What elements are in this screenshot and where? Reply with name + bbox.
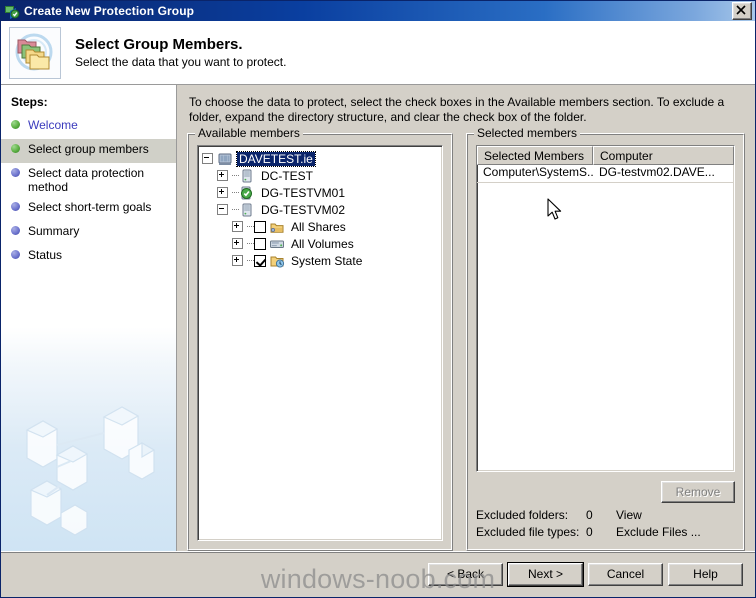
create-protection-group-dialog: Create New Protection Group Select Group… (0, 0, 756, 598)
protection-group-icon (4, 3, 20, 19)
checkbox-system-state[interactable] (254, 254, 266, 267)
help-button[interactable]: Help (668, 563, 743, 586)
excluded-folders-label: Excluded folders: (476, 508, 569, 522)
title-bar[interactable]: Create New Protection Group (1, 1, 755, 21)
step-bullet-icon (11, 202, 20, 211)
page-subtitle: Select the data that you want to protect… (75, 55, 287, 69)
tree-node-dc-test[interactable]: DC-TEST (202, 167, 440, 184)
sidebar-item-welcome[interactable]: Welcome (1, 115, 176, 139)
tree-node-label: DG-TESTVM02 (261, 202, 346, 217)
member-panes: Available members DAVETEST.ie DC-TEST DG… (187, 127, 745, 551)
cancel-button[interactable]: Cancel (588, 563, 663, 586)
tree-node-davetest[interactable]: DAVETEST.ie (202, 150, 440, 167)
tree-node-dg-testvm01[interactable]: DG-TESTVM01 (202, 184, 440, 201)
excluded-filetypes-row: Excluded file types: 0 Exclude Files ... (476, 524, 735, 541)
column-header-selected-members[interactable]: Selected Members (477, 146, 593, 165)
checkbox-all-volumes[interactable] (254, 237, 266, 250)
table-row[interactable]: Computer\SystemS... DG-testvm02.DAVE... (477, 165, 734, 182)
step-bullet-icon (11, 144, 20, 153)
tree-node-label: All Volumes (291, 236, 354, 251)
tree-node-label: All Shares (291, 219, 346, 234)
back-button[interactable]: < Back (428, 563, 503, 586)
excluded-folders-row: Excluded folders: 0 View (476, 507, 735, 524)
system-state-icon (269, 253, 285, 269)
view-excluded-folders-link[interactable]: View (616, 507, 735, 524)
remove-button-row: Remove (476, 472, 735, 507)
next-button[interactable]: Next > (507, 562, 584, 587)
sidebar-item-summary[interactable]: Summary (1, 221, 176, 245)
volumes-icon (269, 236, 285, 252)
available-members-tree[interactable]: DAVETEST.ie DC-TEST DG-TESTVM01 DG-TESTV… (197, 145, 443, 541)
tree-node-label: DAVETEST.ie (236, 150, 316, 167)
tree-line (247, 243, 254, 244)
server-protected-icon (239, 185, 255, 201)
sidebar-item-label: Select short-term goals (28, 200, 152, 214)
tree-node-label: DC-TEST (261, 168, 313, 183)
steps-heading: Steps: (1, 85, 176, 115)
checkbox-all-shares[interactable] (254, 220, 266, 233)
step-bullet-icon (11, 120, 20, 129)
tree-line (232, 192, 239, 193)
remove-button[interactable]: Remove (661, 481, 735, 503)
server-icon (239, 168, 255, 184)
tree-line (247, 260, 254, 261)
instructions-text: To choose the data to protect, select th… (189, 95, 725, 124)
cell-selected-member: Computer\SystemS... (483, 165, 593, 179)
expand-icon[interactable] (217, 187, 228, 198)
sidebar-item-select-data-protection-method[interactable]: Select data protection method (1, 163, 176, 197)
sidebar-item-select-short-term-goals[interactable]: Select short-term goals (1, 197, 176, 221)
sidebar-item-label: Status (28, 248, 63, 262)
tree-line (232, 209, 239, 210)
excluded-filetypes-count: 0 (586, 525, 593, 539)
domain-icon (217, 151, 233, 167)
row-divider (477, 182, 734, 183)
dialog-footer: < Back Next > Cancel Help (1, 551, 755, 597)
selected-members-legend: Selected members (474, 127, 581, 139)
page-title: Select Group Members. (75, 36, 243, 53)
tree-line (232, 175, 239, 176)
selected-members-header: Selected Members Computer (477, 146, 734, 165)
shares-icon (269, 219, 285, 235)
step-bullet-icon (11, 168, 20, 177)
wizard-header: Select Group Members. Select the data th… (1, 21, 755, 85)
step-bullet-icon (11, 226, 20, 235)
excluded-filetypes-label: Excluded file types: (476, 525, 580, 539)
window-title: Create New Protection Group (24, 4, 195, 18)
collapse-icon[interactable] (217, 204, 228, 215)
expand-icon[interactable] (232, 238, 243, 249)
tree-node-system-state[interactable]: System State (202, 252, 440, 269)
sidebar-item-select-group-members[interactable]: Select group members (1, 139, 176, 163)
tree-node-dg-testvm02[interactable]: DG-TESTVM02 (202, 201, 440, 218)
tree-node-all-shares[interactable]: All Shares (202, 218, 440, 235)
collapse-icon[interactable] (202, 153, 213, 164)
sidebar-item-label: Select data protection method (28, 166, 145, 194)
sidebar-item-status[interactable]: Status (1, 245, 176, 269)
excluded-folders-count: 0 (586, 508, 593, 522)
exclude-files-link[interactable]: Exclude Files ... (616, 524, 735, 541)
tree-node-label: System State (291, 253, 363, 268)
cell-computer: DG-testvm02.DAVE... (599, 165, 715, 179)
selected-members-list[interactable]: Selected Members Computer Computer\Syste… (476, 145, 735, 472)
selected-members-group: Selected members Selected Members Comput… (466, 127, 745, 551)
steps-sidebar: Steps: Welcome Select group members Sele… (1, 85, 177, 551)
expand-icon[interactable] (232, 221, 243, 232)
expand-icon[interactable] (217, 170, 228, 181)
tree-line (247, 226, 254, 227)
step-bullet-icon (11, 250, 20, 259)
expand-icon[interactable] (232, 255, 243, 266)
main-content: To choose the data to protect, select th… (177, 85, 755, 551)
available-members-group: Available members DAVETEST.ie DC-TEST DG… (187, 127, 453, 551)
sidebar-item-label: Summary (28, 224, 80, 238)
server-icon (239, 202, 255, 218)
available-members-legend: Available members (195, 127, 303, 139)
tree-node-label: DG-TESTVM01 (261, 185, 346, 200)
servers-network-illustration (25, 406, 156, 536)
dialog-body: Steps: Welcome Select group members Sele… (1, 85, 755, 551)
folders-stack-icon (9, 26, 61, 79)
column-header-computer[interactable]: Computer (593, 146, 734, 165)
sidebar-item-label: Select group members (28, 142, 149, 156)
tree-node-all-volumes[interactable]: All Volumes (202, 235, 440, 252)
sidebar-item-label: Welcome (28, 118, 78, 132)
close-icon[interactable] (732, 2, 752, 20)
